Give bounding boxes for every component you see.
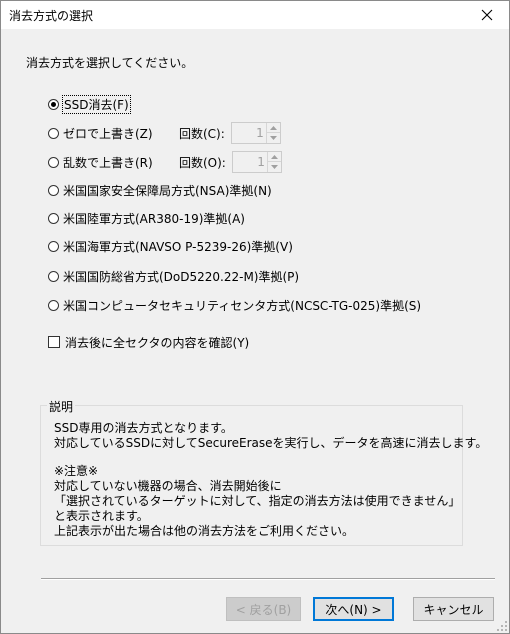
option-ssd-erase-label: SSD消去(F) (62, 94, 131, 114)
window-title: 消去方式の選択 (9, 9, 94, 23)
option-navy[interactable]: 米国海軍方式(NAVSO P-5239-26)準拠(V) (48, 237, 293, 255)
dialog-window: 消去方式の選択 消去方式を選択してください。 SSD消去(F) ゼロで上書き(Z… (0, 0, 510, 634)
option-ncsc-label: 米国コンピュータセキュリティセンタ方式(NCSC-TG-025)準拠(S) (63, 298, 422, 313)
zero-count-spinbox[interactable]: 1 (230, 122, 281, 144)
close-icon (481, 9, 493, 21)
description-line: 上記表示が出た場合は他の消去方法をご利用ください。 (54, 524, 355, 538)
description-title: 説明 (47, 398, 76, 415)
verify-checkbox[interactable] (48, 336, 60, 348)
option-army[interactable]: 米国陸軍方式(AR380-19)準拠(A) (48, 209, 245, 227)
radio-ssd-erase[interactable] (48, 98, 59, 110)
radio-dod[interactable] (48, 270, 59, 282)
random-count-up-button[interactable] (266, 152, 281, 162)
option-nsa-label: 米国国家安全保障局方式(NSA)準拠(N) (63, 183, 272, 198)
description-line: 対応しているSSDに対してSecureEraseを実行し、データを高速に消去しま… (54, 436, 488, 450)
resize-grip-icon[interactable] (497, 621, 507, 631)
spin-up-icon (270, 154, 278, 159)
spin-up-icon (269, 125, 277, 130)
option-ncsc[interactable]: 米国コンピュータセキュリティセンタ方式(NCSC-TG-025)準拠(S) (48, 296, 421, 314)
cancel-button[interactable]: キャンセル (413, 597, 494, 621)
option-dod[interactable]: 米国国防総省方式(DoD5220.22-M)準拠(P) (48, 267, 299, 285)
zero-count-down-button[interactable] (265, 133, 280, 143)
radio-zero-overwrite[interactable] (48, 127, 59, 139)
random-count-down-button[interactable] (266, 162, 281, 172)
option-random-overwrite[interactable]: 乱数で上書き(R) (48, 153, 153, 171)
close-button[interactable] (465, 1, 509, 29)
option-army-label: 米国陸軍方式(AR380-19)準拠(A) (63, 211, 245, 226)
spin-down-icon (269, 136, 277, 140)
random-count-spinbox[interactable]: 1 (231, 151, 282, 173)
instruction-text: 消去方式を選択してください。 (26, 56, 194, 70)
zero-count-up-button[interactable] (265, 123, 280, 133)
option-zero-overwrite-label: ゼロで上書き(Z) (63, 126, 153, 141)
footer-separator (41, 578, 495, 580)
radio-random-overwrite[interactable] (48, 156, 59, 168)
radio-ncsc[interactable] (48, 299, 59, 311)
option-zero-overwrite[interactable]: ゼロで上書き(Z) (48, 124, 153, 142)
random-count-label: 回数(O): (179, 155, 226, 170)
random-count-group: 回数(O): 1 (179, 150, 282, 174)
radio-army[interactable] (48, 212, 59, 224)
option-random-overwrite-label: 乱数で上書き(R) (63, 155, 153, 170)
random-count-value: 1 (257, 155, 265, 169)
option-dod-label: 米国国防総省方式(DoD5220.22-M)準拠(P) (63, 269, 300, 284)
spin-down-icon (270, 165, 278, 169)
next-button[interactable]: 次へ(N) > (313, 597, 394, 621)
zero-count-group: 回数(C): 1 (179, 121, 281, 145)
radio-nsa[interactable] (48, 184, 59, 196)
radio-navy[interactable] (48, 240, 59, 252)
option-nsa[interactable]: 米国国家安全保障局方式(NSA)準拠(N) (48, 181, 272, 199)
zero-count-label: 回数(C): (179, 126, 225, 141)
option-ssd-erase[interactable]: SSD消去(F) (48, 94, 131, 114)
zero-count-value: 1 (256, 126, 264, 140)
option-navy-label: 米国海軍方式(NAVSO P-5239-26)準拠(V) (63, 239, 293, 254)
verify-checkbox-row[interactable]: 消去後に全セクタの内容を確認(Y) (48, 333, 249, 351)
verify-checkbox-label: 消去後に全セクタの内容を確認(Y) (65, 335, 250, 350)
title-bar[interactable]: 消去方式の選択 (1, 1, 509, 29)
back-button[interactable]: < 戻る(B) (226, 597, 301, 621)
